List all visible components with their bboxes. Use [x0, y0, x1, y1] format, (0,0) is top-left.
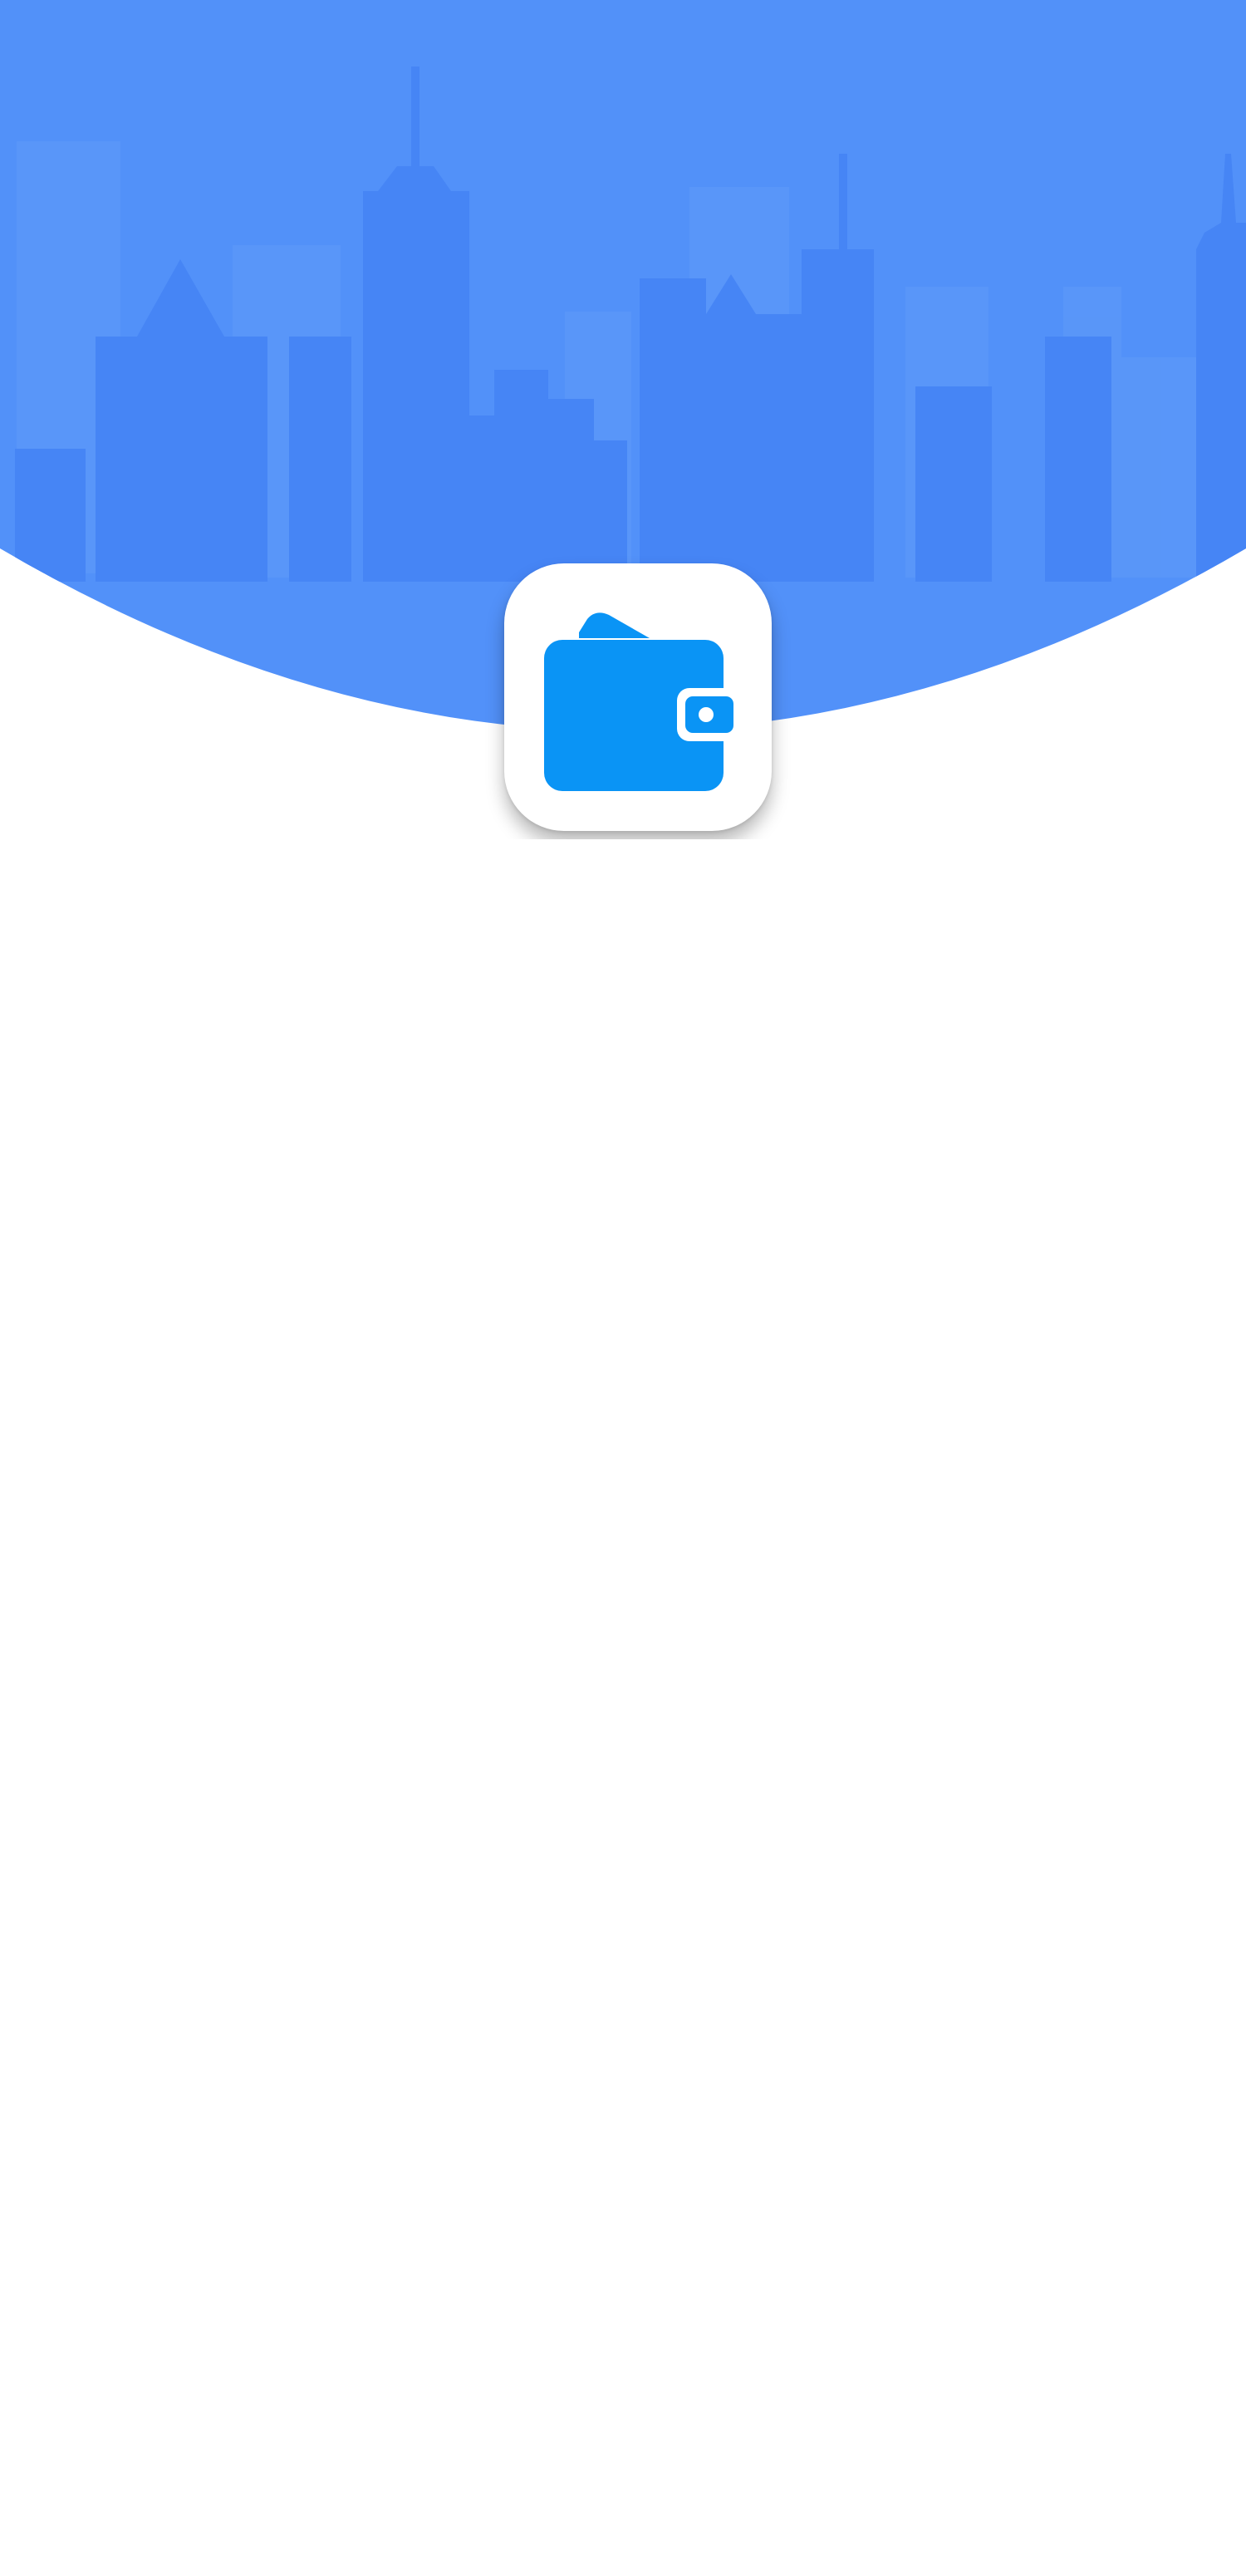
wallet-icon — [544, 612, 740, 791]
app-logo-tile — [504, 563, 772, 831]
splash-body — [0, 839, 1246, 2576]
splash-screen — [0, 0, 1246, 2576]
